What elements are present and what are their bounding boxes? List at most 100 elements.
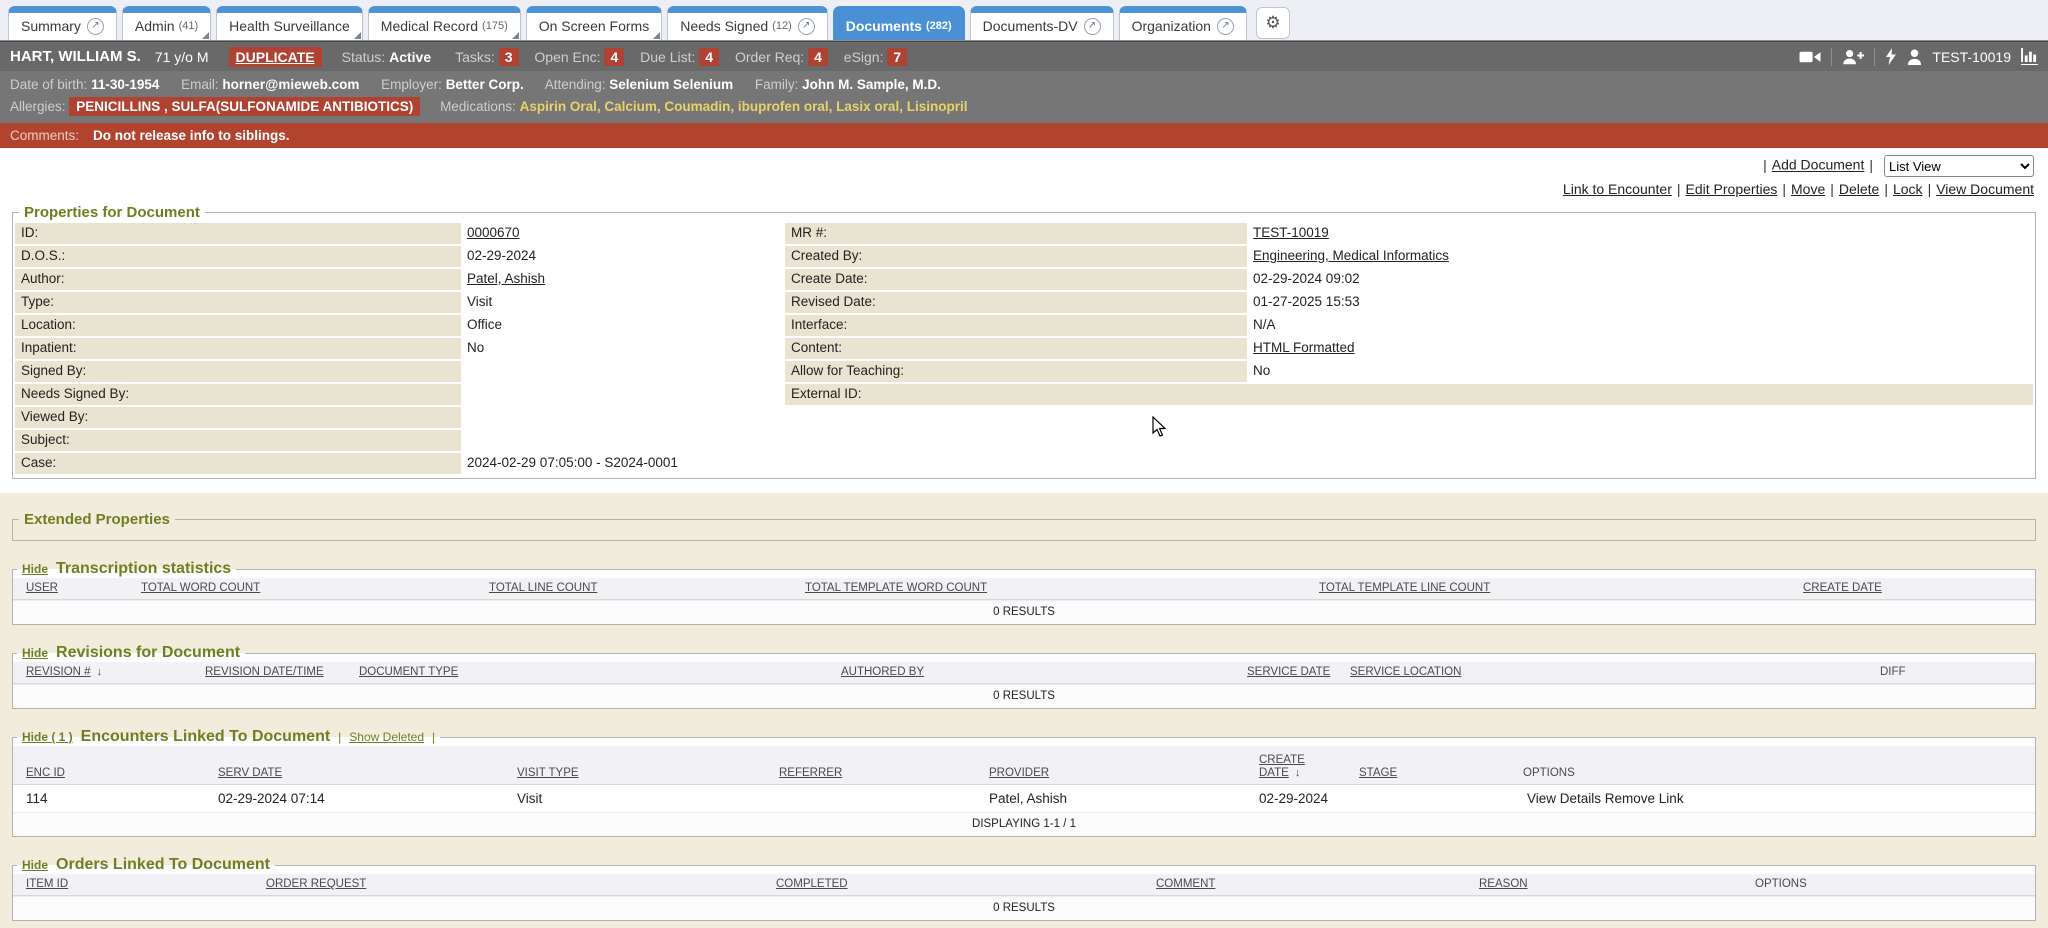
hide-orders-link[interactable]: Hide [22,858,48,872]
tab-needs-signed[interactable]: Needs Signed (12) ↗ [667,6,828,40]
col-total-word-count[interactable]: TOTAL WORD COUNT [128,582,476,595]
col-service-date[interactable]: SERVICE DATE [1234,666,1337,679]
divider [1874,48,1875,66]
col-enc-id[interactable]: ENC ID [13,767,205,780]
transcription-header-row: USER TOTAL WORD COUNT TOTAL LINE COUNT T… [13,578,2035,600]
property-label: Signed By: [15,361,461,382]
revisions-title: Revisions for Document [56,644,240,662]
duplicate-flag-badge[interactable]: DUPLICATE [229,47,322,67]
hide-transcription-link[interactable]: Hide [22,562,48,576]
col-item-id[interactable]: ITEM ID [13,878,253,891]
col-order-request[interactable]: ORDER REQUEST [253,878,763,891]
col-completed[interactable]: COMPLETED [763,878,1143,891]
view-document-link[interactable]: View Document [1936,181,2034,197]
col-total-line-count[interactable]: TOTAL LINE COUNT [476,582,792,595]
hide-revisions-link[interactable]: Hide [22,646,48,660]
add-document-link[interactable]: Add Document [1772,157,1865,173]
col-document-type[interactable]: DOCUMENT TYPE [346,666,828,679]
link-to-encounter-link[interactable]: Link to Encounter [1563,181,1672,197]
tab-label: Documents-DV [983,18,1078,34]
tab-menu-fold-icon [354,32,361,39]
col-revision-datetime[interactable]: REVISION DATE/TIME [192,666,346,679]
external-link-icon[interactable]: ↗ [87,18,104,35]
delete-link[interactable]: Delete [1839,181,1879,197]
col-create-date[interactable]: CREATE DATE↓ [1246,754,1316,780]
tab-documents-dv[interactable]: Documents-DV ↗ [970,6,1114,40]
external-link-icon[interactable]: ↗ [1084,18,1101,35]
col-provider[interactable]: PROVIDER [976,767,1246,780]
email-field: Email: horner@mieweb.com [181,77,359,92]
col-total-template-line-count[interactable]: TOTAL TEMPLATE LINE COUNT [1306,582,1790,595]
lock-link[interactable]: Lock [1893,181,1923,197]
due-list-count-badge[interactable]: 4 [699,48,719,66]
comments-label: Comments: [10,128,79,143]
transcription-title: Transcription statistics [56,560,231,578]
col-user[interactable]: USER [13,582,128,595]
family-field: Family: John M. Sample, M.D. [755,77,941,92]
divider [1831,48,1832,66]
external-link-icon[interactable]: ↗ [1217,18,1234,35]
property-label: Create Date: [785,269,1247,290]
open-enc-label: Open Enc: [534,49,600,65]
open-enc-count-badge[interactable]: 4 [604,48,624,66]
property-label: Viewed By: [15,407,461,428]
orders-title: Orders Linked To Document [56,856,270,874]
property-value-dos: 02-29-2024 [461,246,785,267]
property-value-needs-signed-by [461,384,785,405]
settings-gear-icon[interactable]: ⚙ [1256,7,1290,39]
add-person-icon[interactable] [1842,49,1864,65]
allergies-badge[interactable]: PENICILLINS , SULFA(SULFONAMIDE ANTIBIOT… [69,97,420,116]
col-authored-by[interactable]: AUTHORED BY [828,666,1234,679]
serv-date-cell: 02-29-2024 07:14 [205,791,504,806]
stage-cell [1346,791,1510,806]
tab-menu-fold-icon [512,32,519,39]
col-create-date[interactable]: CREATE DATE [1790,582,2035,595]
col-revision-number[interactable]: REVISION #↓ [13,666,192,679]
col-referrer[interactable]: REFERRER [766,767,976,780]
move-link[interactable]: Move [1791,181,1825,197]
col-comment[interactable]: COMMENT [1143,878,1466,891]
tab-summary[interactable]: Summary ↗ [8,6,117,40]
encounters-section: Hide ( 1 ) Encounters Linked To Document… [12,728,2036,837]
lightning-icon[interactable] [1885,48,1897,65]
esign-count-badge[interactable]: 7 [887,48,907,66]
property-value-viewed-by [461,407,2033,428]
show-deleted-link[interactable]: Show Deleted [349,730,424,744]
tab-label: Organization [1132,18,1211,34]
external-link-icon[interactable]: ↗ [798,18,815,35]
order-req-count-badge[interactable]: 4 [808,48,828,66]
tab-menu-fold-icon [202,32,209,39]
extended-properties-area: Extended Properties Hide Transcription s… [0,493,2048,921]
col-total-template-word-count[interactable]: TOTAL TEMPLATE WORD COUNT [792,582,1306,595]
col-reason[interactable]: REASON [1466,878,1742,891]
medications-list[interactable]: Aspirin Oral, Calcium, Coumadin, ibuprof… [520,99,968,114]
edit-properties-link[interactable]: Edit Properties [1686,181,1778,197]
property-value-signed-by [461,361,785,382]
tab-documents[interactable]: Documents (282) [833,6,965,40]
document-panel: |Add Document|List View Link to Encounte… [0,148,2048,493]
property-label: Interface: [785,315,1247,336]
col-stage[interactable]: STAGE [1346,767,1510,780]
col-service-location[interactable]: SERVICE LOCATION [1337,666,1867,679]
video-camera-icon[interactable] [1799,50,1821,64]
view-mode-select[interactable]: List View [1884,155,2034,177]
document-toolbar: |Add Document|List View [0,152,2048,178]
col-visit-type[interactable]: VISIT TYPE [504,767,766,780]
tab-organization[interactable]: Organization ↗ [1119,6,1247,40]
tab-medical-record[interactable]: Medical Record (175) [368,6,521,40]
property-label: Location: [15,315,461,336]
property-value-subject [461,430,2033,451]
status-value: Active [389,49,431,65]
bar-chart-icon[interactable] [2021,48,2038,65]
tab-admin[interactable]: Admin (41) [122,6,211,40]
property-value-interface: N/A [1247,315,2033,336]
encounter-options[interactable]: View Details Remove Link [1510,791,2035,806]
tasks-count-badge[interactable]: 3 [499,48,519,66]
comments-bar: Comments: Do not release info to sibling… [0,123,2048,148]
col-serv-date[interactable]: SERV DATE [205,767,504,780]
tab-on-screen-forms[interactable]: On Screen Forms [526,6,662,40]
tab-health-surveillance[interactable]: Health Surveillance [216,6,363,40]
hide-encounters-link[interactable]: Hide ( 1 ) [22,730,73,744]
patient-id: TEST-10019 [1932,49,2011,65]
status-label: Status: [342,49,386,65]
